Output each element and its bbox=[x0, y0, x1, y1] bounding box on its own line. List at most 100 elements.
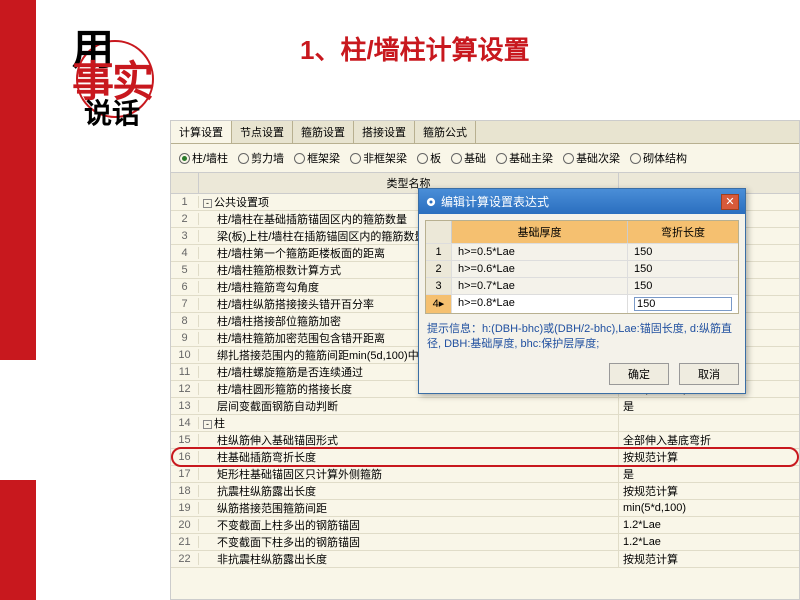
row-number: 15 bbox=[171, 434, 199, 446]
dlg-cell-thickness[interactable]: h>=0.6*Lae bbox=[452, 261, 628, 277]
dialog-hint: 提示信息：h:(DBH-bhc)或(DBH/2-bhc),Lae:锚固长度, d… bbox=[425, 314, 739, 359]
table-row[interactable]: 15柱纵筋伸入基础锚固形式全部伸入基底弯折 bbox=[171, 432, 799, 449]
row-number: 21 bbox=[171, 536, 199, 548]
radio-icon bbox=[417, 153, 428, 164]
row-number: 9 bbox=[171, 332, 199, 344]
tab-node-settings[interactable]: 节点设置 bbox=[232, 121, 293, 143]
radio-label: 剪力墙 bbox=[251, 150, 284, 166]
dialog-title-text: 编辑计算设置表达式 bbox=[441, 193, 549, 210]
radio-label: 基础 bbox=[464, 150, 486, 166]
row-name: 不变截面上柱多出的钢筋锚固 bbox=[199, 517, 619, 533]
row-number: 5 bbox=[171, 264, 199, 276]
table-row[interactable]: 22非抗震柱纵筋露出长度按规范计算 bbox=[171, 551, 799, 568]
radio-label: 框架梁 bbox=[307, 150, 340, 166]
table-row[interactable]: 18抗震柱纵筋露出长度按规范计算 bbox=[171, 483, 799, 500]
row-name: 柱基础插筋弯折长度 bbox=[199, 449, 619, 465]
dialog-titlebar[interactable]: 编辑计算设置表达式 ✕ bbox=[419, 189, 745, 214]
tab-stirrup-formula[interactable]: 箍筋公式 bbox=[415, 121, 476, 143]
group-label: 公共设置项 bbox=[214, 197, 269, 209]
radio-icon bbox=[179, 153, 190, 164]
row-number: 2 bbox=[171, 213, 199, 225]
tab-calc-settings[interactable]: 计算设置 bbox=[171, 121, 232, 143]
row-number: 4 bbox=[171, 247, 199, 259]
dlg-cell-bendlen[interactable] bbox=[628, 295, 738, 313]
radio-label: 基础次梁 bbox=[576, 150, 620, 166]
row-number: 13 bbox=[171, 400, 199, 412]
th-number bbox=[171, 173, 199, 193]
row-number: 11 bbox=[171, 366, 199, 378]
radio-column[interactable]: 柱/墙柱 bbox=[179, 150, 228, 166]
table-row[interactable]: 21不变截面下柱多出的钢筋锚固1.2*Lae bbox=[171, 534, 799, 551]
dlg-th-num bbox=[426, 221, 452, 243]
left-decoration bbox=[0, 0, 36, 600]
row-value[interactable]: 按规范计算 bbox=[619, 449, 799, 465]
radio-foundation-mainbeam[interactable]: 基础主梁 bbox=[496, 150, 553, 166]
radio-nonframebeam[interactable]: 非框架梁 bbox=[350, 150, 407, 166]
radio-foundation-subbeam[interactable]: 基础次梁 bbox=[563, 150, 620, 166]
table-row[interactable]: 19纵筋搭接范围箍筋间距min(5*d,100) bbox=[171, 500, 799, 517]
ok-button[interactable]: 确定 bbox=[609, 363, 669, 385]
row-value[interactable]: 按规范计算 bbox=[619, 483, 799, 499]
table-row[interactable]: 17矩形柱基础锚固区只计算外侧箍筋是 bbox=[171, 466, 799, 483]
row-value[interactable]: 按规范计算 bbox=[619, 551, 799, 567]
row-number: 16 bbox=[171, 451, 199, 463]
radio-foundation[interactable]: 基础 bbox=[451, 150, 486, 166]
tab-lap-settings[interactable]: 搭接设置 bbox=[354, 121, 415, 143]
dlg-row-num: 1 bbox=[426, 244, 452, 260]
dialog-close-button[interactable]: ✕ bbox=[721, 194, 739, 210]
radio-icon bbox=[294, 153, 305, 164]
row-value[interactable]: 全部伸入基底弯折 bbox=[619, 432, 799, 448]
row-name: 纵筋搭接范围箍筋间距 bbox=[199, 500, 619, 516]
dialog-table-row[interactable]: 2h>=0.6*Lae150 bbox=[426, 260, 738, 277]
dlg-row-num: 2 bbox=[426, 261, 452, 277]
table-row[interactable]: 14-柱 bbox=[171, 415, 799, 432]
dialog-table-row[interactable]: 3h>=0.7*Lae150 bbox=[426, 277, 738, 294]
dialog-table-row[interactable]: 1h>=0.5*Lae150 bbox=[426, 243, 738, 260]
radio-label: 柱/墙柱 bbox=[192, 150, 228, 166]
row-number: 10 bbox=[171, 349, 199, 361]
row-value[interactable]: min(5*d,100) bbox=[619, 502, 799, 514]
row-value[interactable]: 1.2*Lae bbox=[619, 519, 799, 531]
tab-stirrup-settings[interactable]: 箍筋设置 bbox=[293, 121, 354, 143]
row-value[interactable]: 是 bbox=[619, 398, 799, 414]
dlg-th-bendlen: 弯折长度 bbox=[628, 221, 738, 243]
tab-bar: 计算设置 节点设置 箍筋设置 搭接设置 箍筋公式 bbox=[171, 121, 799, 144]
logo-block: 用 事实 说话 bbox=[36, 12, 166, 132]
row-number: 1 bbox=[171, 196, 199, 208]
row-name: 非抗震柱纵筋露出长度 bbox=[199, 551, 619, 567]
radio-icon bbox=[350, 153, 361, 164]
table-row[interactable]: 20不变截面上柱多出的钢筋锚固1.2*Lae bbox=[171, 517, 799, 534]
dialog-table-header: 基础厚度 弯折长度 bbox=[426, 221, 738, 243]
logo-text-3: 说话 bbox=[84, 92, 140, 132]
row-name: 不变截面下柱多出的钢筋锚固 bbox=[199, 534, 619, 550]
collapse-icon[interactable]: - bbox=[203, 420, 212, 429]
row-number: 22 bbox=[171, 553, 199, 565]
row-name: 柱纵筋伸入基础锚固形式 bbox=[199, 432, 619, 448]
row-number: 12 bbox=[171, 383, 199, 395]
dialog-table-row[interactable]: 4▸h>=0.8*Lae bbox=[426, 294, 738, 313]
dlg-cell-bendlen[interactable]: 150 bbox=[628, 278, 738, 294]
cancel-button[interactable]: 取消 bbox=[679, 363, 739, 385]
radio-slab[interactable]: 板 bbox=[417, 150, 441, 166]
dlg-cell-bendlen[interactable]: 150 bbox=[628, 244, 738, 260]
bendlen-input[interactable] bbox=[634, 297, 732, 311]
radio-label: 非框架梁 bbox=[363, 150, 407, 166]
table-row[interactable]: 13层间变截面钢筋自动判断是 bbox=[171, 398, 799, 415]
dlg-cell-thickness[interactable]: h>=0.5*Lae bbox=[452, 244, 628, 260]
row-value[interactable]: 是 bbox=[619, 466, 799, 482]
row-number: 17 bbox=[171, 468, 199, 480]
row-number: 19 bbox=[171, 502, 199, 514]
radio-masonry[interactable]: 砌体结构 bbox=[630, 150, 687, 166]
dlg-cell-bendlen[interactable]: 150 bbox=[628, 261, 738, 277]
dlg-cell-thickness[interactable]: h>=0.7*Lae bbox=[452, 278, 628, 294]
table-row[interactable]: 16柱基础插筋弯折长度按规范计算 bbox=[171, 449, 799, 466]
row-name: 层间变截面钢筋自动判断 bbox=[199, 398, 619, 414]
radio-shearwall[interactable]: 剪力墙 bbox=[238, 150, 284, 166]
close-icon: ✕ bbox=[725, 195, 734, 208]
dlg-cell-thickness[interactable]: h>=0.8*Lae bbox=[452, 295, 628, 313]
row-value[interactable]: 1.2*Lae bbox=[619, 536, 799, 548]
row-number: 20 bbox=[171, 519, 199, 531]
collapse-icon[interactable]: - bbox=[203, 199, 212, 208]
radio-framebeam[interactable]: 框架梁 bbox=[294, 150, 340, 166]
radio-label: 砌体结构 bbox=[643, 150, 687, 166]
